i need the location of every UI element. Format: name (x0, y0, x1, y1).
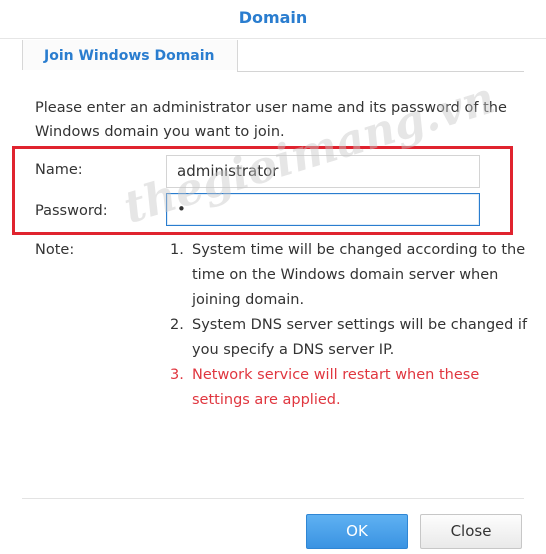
tab-join-windows-domain[interactable]: Join Windows Domain (22, 40, 238, 72)
tab-label: Join Windows Domain (44, 48, 215, 64)
note-number: 3. (170, 367, 184, 383)
domain-dialog: Domain Join Windows Domain Please enter … (0, 0, 546, 554)
footer-divider (22, 498, 524, 499)
ok-button[interactable]: OK (306, 514, 408, 549)
note-item: 2. System DNS server settings will be ch… (170, 313, 540, 363)
tab-active-indicator (22, 70, 237, 72)
notes-list: 1. System time will be changed according… (170, 238, 540, 413)
highlight-box (12, 146, 513, 235)
note-text: System time will be changed according to… (192, 242, 526, 308)
note-label: Note: (35, 242, 75, 258)
title-divider (0, 38, 546, 39)
close-button[interactable]: Close (420, 514, 522, 549)
note-text: System DNS server settings will be chang… (192, 317, 528, 358)
note-number: 2. (170, 317, 184, 333)
note-number: 1. (170, 242, 184, 258)
dialog-title: Domain (238, 8, 308, 27)
intro-text: Please enter an administrator user name … (35, 100, 507, 140)
note-text: Network service will restart when these … (192, 367, 480, 408)
note-item-warning: 3. Network service will restart when the… (170, 363, 540, 413)
note-item: 1. System time will be changed according… (170, 238, 540, 313)
